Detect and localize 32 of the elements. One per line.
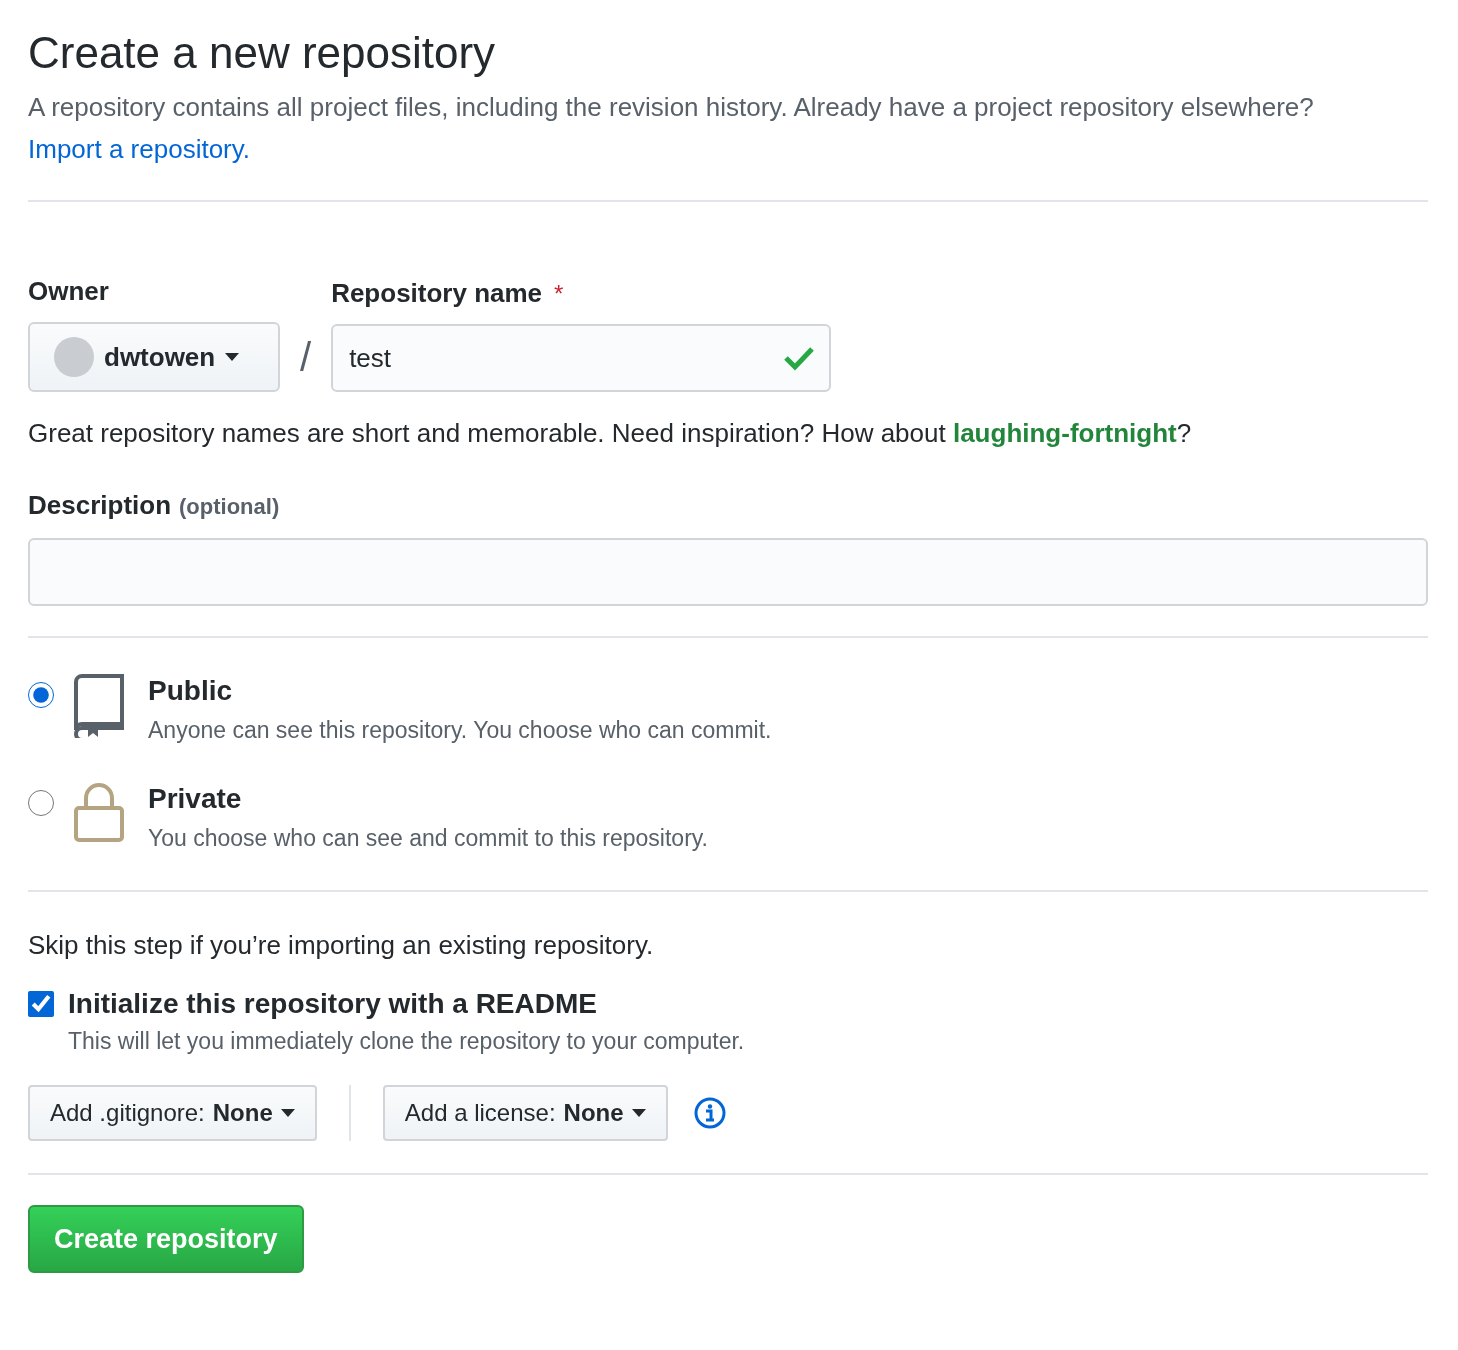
caret-icon (631, 1109, 646, 1117)
intro-text: A repository contains all project files, including the revision history. Already have a project repository elsewhere? Import a repository. (28, 86, 1428, 202)
description-label: Description (optional) (28, 489, 281, 522)
owner-label: Owner (28, 275, 110, 308)
readme-label: Initialize this repository with a README (68, 988, 597, 1020)
name-hint: Great repository names are short and memorable. Need inspiration? How about laughing-fortnight? (28, 417, 1193, 450)
owner-dropdown[interactable]: dwtowen (28, 322, 280, 392)
info-icon[interactable] (693, 1097, 726, 1129)
avatar-icon (54, 337, 94, 377)
visibility-title: Private (148, 782, 243, 816)
description-field[interactable] (28, 538, 1428, 606)
suggestion-link[interactable]: laughing-fortnight (952, 418, 1177, 448)
visibility-description: Anyone can see this repository. You choose who can commit. (148, 716, 772, 745)
path-separator: / (299, 334, 313, 381)
visibility-radio[interactable] (28, 790, 54, 816)
page-title: Create a new repository (28, 27, 497, 79)
repo-name-field[interactable]: test (331, 324, 832, 392)
readme-checkbox[interactable] (28, 991, 54, 1017)
visibility-title: Public (148, 674, 233, 708)
caret-icon (225, 353, 240, 361)
select-dropdown[interactable]: Add a license: None (382, 1085, 668, 1141)
import-link[interactable]: Import a repository. (28, 134, 251, 164)
select-dropdown[interactable]: Add .gitignore: None (28, 1085, 317, 1141)
repo-name-label: Repository name (331, 278, 543, 308)
lock-icon (74, 782, 124, 842)
required-mark: * (554, 280, 564, 307)
readme-help: This will let you immediately clone the repository to your computer. (68, 1028, 746, 1055)
init-note: Skip this step if you’re importing an existing repository. (28, 929, 655, 962)
visibility-radio[interactable] (28, 682, 54, 708)
caret-icon (280, 1109, 295, 1117)
book-icon (74, 674, 124, 738)
visibility-description: You choose who can see and commit to this repository. (148, 824, 708, 853)
